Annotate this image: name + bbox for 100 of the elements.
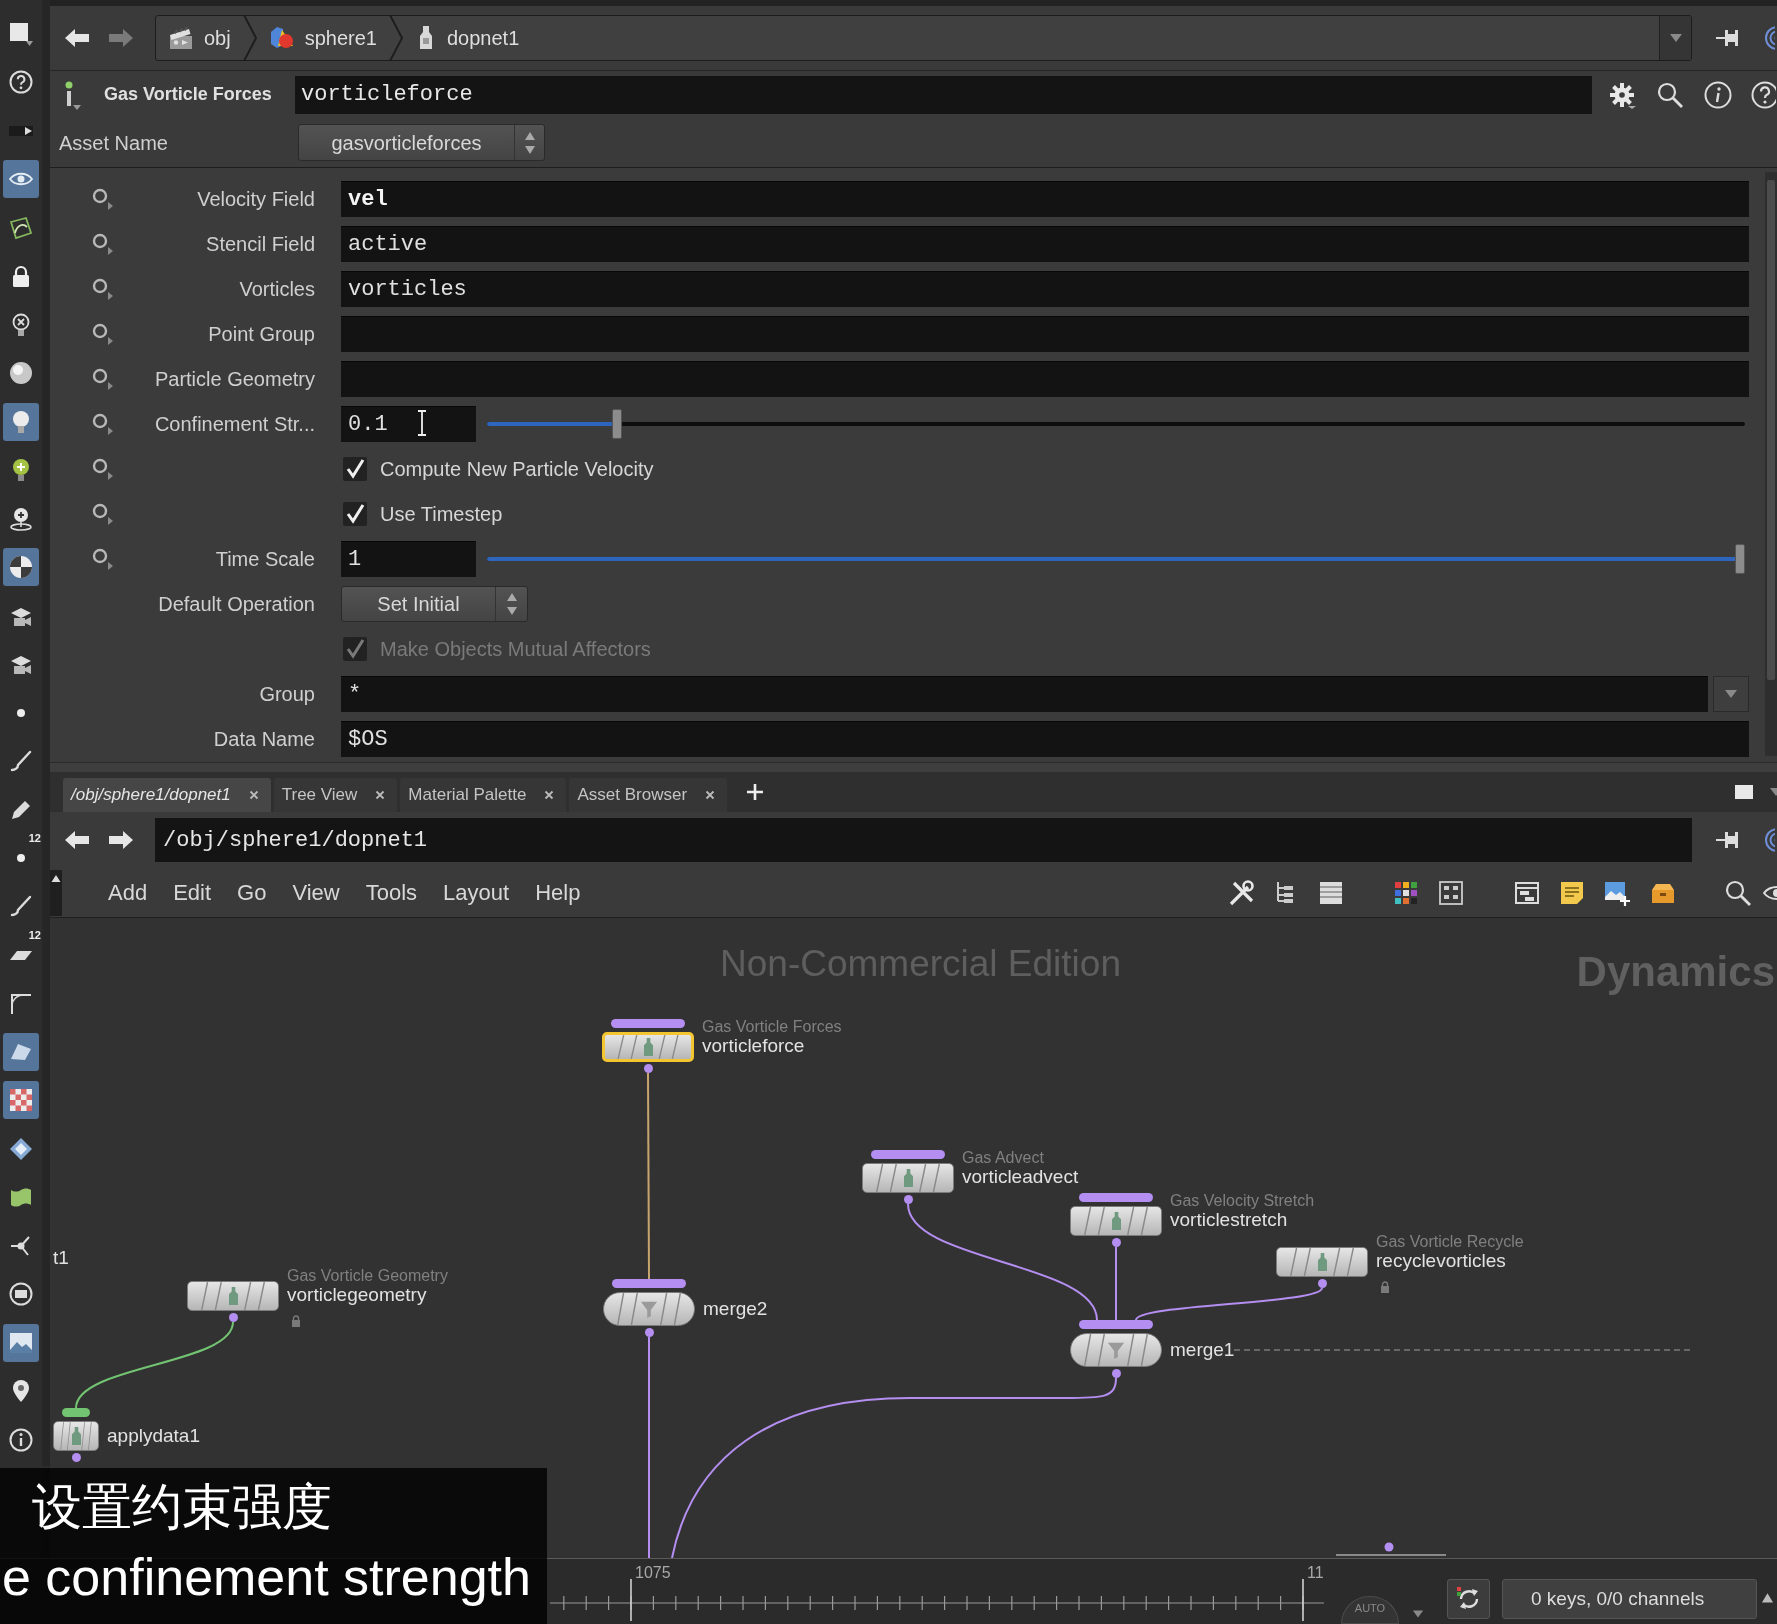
text-field[interactable] xyxy=(341,315,1749,352)
menu-item[interactable]: Add xyxy=(95,876,161,909)
checkbox[interactable] xyxy=(343,456,367,481)
output-connector[interactable] xyxy=(903,1195,913,1204)
grid-icon[interactable] xyxy=(1437,878,1465,907)
ring-icon[interactable] xyxy=(92,366,114,391)
search-icon[interactable] xyxy=(1656,80,1684,109)
lamp-icon[interactable] xyxy=(9,506,33,531)
dop-node[interactable] xyxy=(862,1163,954,1193)
scroll-up-icon[interactable] xyxy=(50,869,62,916)
menu-item[interactable]: Layout xyxy=(430,876,523,909)
info-icon[interactable] xyxy=(1704,80,1732,109)
text-field[interactable]: active xyxy=(341,225,1749,262)
node-name[interactable]: vorticleadvect xyxy=(962,1167,1079,1187)
text-field[interactable]: vel xyxy=(341,180,1749,217)
help-icon[interactable] xyxy=(9,70,33,95)
text-field[interactable]: * xyxy=(341,675,1708,712)
input-connector[interactable] xyxy=(62,1408,90,1417)
output-connector[interactable] xyxy=(1111,1238,1121,1247)
output-connector[interactable] xyxy=(1317,1279,1327,1288)
dop-node[interactable] xyxy=(1276,1247,1368,1277)
tab[interactable]: /obj/sphere1/dopnet1 xyxy=(63,778,271,812)
output-connector[interactable] xyxy=(644,1328,654,1337)
close-icon[interactable] xyxy=(248,790,259,800)
angle-icon[interactable] xyxy=(9,991,33,1016)
ring-icon[interactable] xyxy=(92,411,114,436)
dop-node[interactable] xyxy=(1070,1206,1162,1236)
dop-node[interactable] xyxy=(53,1421,99,1451)
node-name[interactable]: t1 xyxy=(53,1248,69,1268)
ring-icon[interactable] xyxy=(92,321,114,346)
input-connector[interactable] xyxy=(871,1150,945,1159)
node-name-field[interactable]: vorticleforce xyxy=(295,75,1592,114)
output-connector[interactable] xyxy=(1111,1369,1121,1378)
dop-node[interactable] xyxy=(602,1032,694,1062)
breadcrumb[interactable]: sphere1 xyxy=(256,16,389,60)
ring-icon[interactable] xyxy=(92,456,114,481)
slider-thumb[interactable] xyxy=(1735,543,1745,574)
tab[interactable]: Asset Browser xyxy=(569,778,728,812)
dropdown-arrow-icon[interactable] xyxy=(1412,1608,1424,1620)
plane-icon[interactable] xyxy=(3,1032,39,1071)
help-icon[interactable] xyxy=(1751,80,1776,109)
dropdown[interactable]: gasvorticleforces xyxy=(298,124,545,161)
menu-item[interactable]: Tools xyxy=(352,876,431,909)
square-icon[interactable] xyxy=(9,22,33,46)
node-name[interactable]: merge1 xyxy=(1170,1340,1235,1360)
output-connector[interactable] xyxy=(643,1064,653,1073)
menu-item[interactable]: View xyxy=(279,876,353,909)
output-connector[interactable] xyxy=(71,1453,81,1462)
dropdown-button[interactable] xyxy=(1713,675,1749,712)
merge-node[interactable] xyxy=(603,1292,695,1326)
disc-icon[interactable] xyxy=(9,1282,33,1307)
node-name[interactable]: recyclevorticles xyxy=(1376,1251,1506,1271)
input-connector[interactable] xyxy=(611,1019,685,1028)
input-connector[interactable] xyxy=(1079,1320,1153,1329)
rings-icon[interactable] xyxy=(1763,827,1775,853)
ring-icon[interactable] xyxy=(92,186,114,211)
node-name[interactable]: merge2 xyxy=(703,1299,768,1319)
slider-track[interactable] xyxy=(487,543,1745,574)
breadcrumb[interactable]: dopnet1 xyxy=(403,16,532,60)
plus-icon[interactable] xyxy=(747,784,764,800)
info-icon[interactable] xyxy=(9,1427,33,1452)
checker-icon[interactable] xyxy=(3,1081,39,1120)
bulb-icon[interactable] xyxy=(3,402,39,441)
rings-icon[interactable] xyxy=(1763,25,1775,51)
node-name[interactable]: applydata1 xyxy=(107,1426,200,1446)
forward-arrow-icon[interactable] xyxy=(108,829,134,851)
text-field[interactable]: 1 xyxy=(341,540,476,577)
text-field[interactable]: vorticles xyxy=(341,270,1749,307)
dop-node[interactable] xyxy=(187,1281,279,1311)
node-name[interactable]: vorticleforce xyxy=(702,1036,805,1056)
tools-icon[interactable] xyxy=(1227,878,1255,907)
close-icon[interactable] xyxy=(544,790,555,800)
dropdown-button[interactable] xyxy=(1659,16,1691,60)
text-field[interactable]: $OS xyxy=(341,720,1749,757)
brush-icon[interactable] xyxy=(9,749,33,774)
curve-icon[interactable] xyxy=(9,215,33,240)
menu-item[interactable]: Edit xyxy=(160,876,225,909)
text-field[interactable]: 0.1 xyxy=(341,405,476,442)
picture-icon[interactable] xyxy=(3,1323,39,1362)
eye-icon[interactable] xyxy=(3,160,39,199)
menu-item[interactable]: Go xyxy=(224,876,280,909)
close-icon[interactable] xyxy=(705,790,716,800)
slider-thumb[interactable] xyxy=(611,408,622,439)
tab[interactable]: Tree View xyxy=(273,778,398,812)
search-icon[interactable] xyxy=(1724,878,1752,907)
node-name[interactable]: vorticlestretch xyxy=(1170,1210,1288,1230)
menu-item[interactable]: Help xyxy=(522,876,594,909)
ring-icon[interactable] xyxy=(92,231,114,256)
close-icon[interactable] xyxy=(375,790,386,800)
breadcrumb[interactable]: obj xyxy=(156,16,243,60)
slider-track[interactable] xyxy=(487,408,1745,439)
brush-icon[interactable] xyxy=(9,894,33,919)
auto-key-button[interactable]: AUTO xyxy=(1341,1596,1399,1624)
diamond-icon[interactable] xyxy=(9,1136,33,1161)
back-arrow-icon[interactable] xyxy=(64,27,90,49)
scrollbar[interactable] xyxy=(1765,172,1777,756)
path-field[interactable]: /obj/sphere1/dopnet1 xyxy=(155,818,1692,862)
keyframe-button[interactable] xyxy=(1447,1579,1490,1619)
checkbox[interactable] xyxy=(343,501,367,526)
dropdown[interactable]: Set Initial xyxy=(341,585,528,622)
